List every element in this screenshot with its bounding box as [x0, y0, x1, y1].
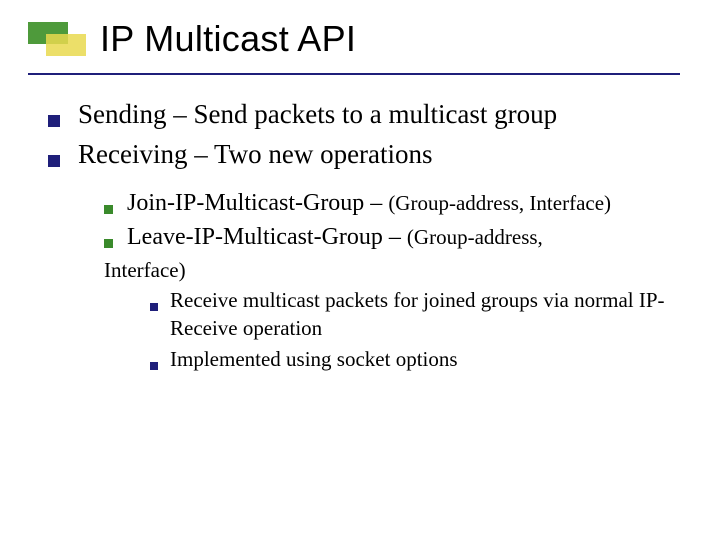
op-name: Join-IP-Multicast-Group – — [127, 190, 388, 216]
slide: IP Multicast API Sending – Send packets … — [0, 0, 720, 540]
list-item: Join-IP-Multicast-Group – (Group-address… — [104, 187, 678, 219]
op-args: (Group-address, — [407, 225, 543, 249]
title-row: IP Multicast API — [100, 18, 680, 60]
list-item-text: Receiving – Two new operations — [78, 136, 433, 172]
list-item: Implemented using socket options — [150, 345, 678, 373]
title-underline — [28, 73, 680, 75]
list-item-text: Join-IP-Multicast-Group – (Group-address… — [127, 187, 611, 219]
list-item-text: Sending – Send packets to a multicast gr… — [78, 96, 557, 132]
op-name: Leave-IP-Multicast-Group – — [127, 224, 407, 250]
square-bullet-icon — [48, 155, 60, 167]
op-args: (Group-address, Interface) — [388, 191, 611, 215]
list-item-text: Implemented using socket options — [170, 345, 458, 373]
list-item: Receiving – Two new operations — [48, 136, 678, 172]
list-item-text: Receive multicast packets for joined gro… — [170, 286, 678, 343]
square-bullet-icon — [150, 303, 158, 311]
corner-ornament — [28, 22, 84, 58]
list-item: Leave-IP-Multicast-Group – (Group-addres… — [104, 221, 678, 253]
square-bullet-icon — [150, 362, 158, 370]
slide-title: IP Multicast API — [100, 18, 680, 60]
list-item-text: Leave-IP-Multicast-Group – (Group-addres… — [127, 221, 543, 253]
list-item: Receive multicast packets for joined gro… — [150, 286, 678, 343]
list-item: Sending – Send packets to a multicast gr… — [48, 96, 678, 132]
square-bullet-icon — [104, 239, 113, 248]
slide-body: Sending – Send packets to a multicast gr… — [48, 96, 678, 375]
square-bullet-icon — [104, 205, 113, 214]
ornament-yellow-box — [46, 34, 86, 56]
square-bullet-icon — [48, 115, 60, 127]
list-item-continuation: Interface) — [104, 256, 678, 284]
